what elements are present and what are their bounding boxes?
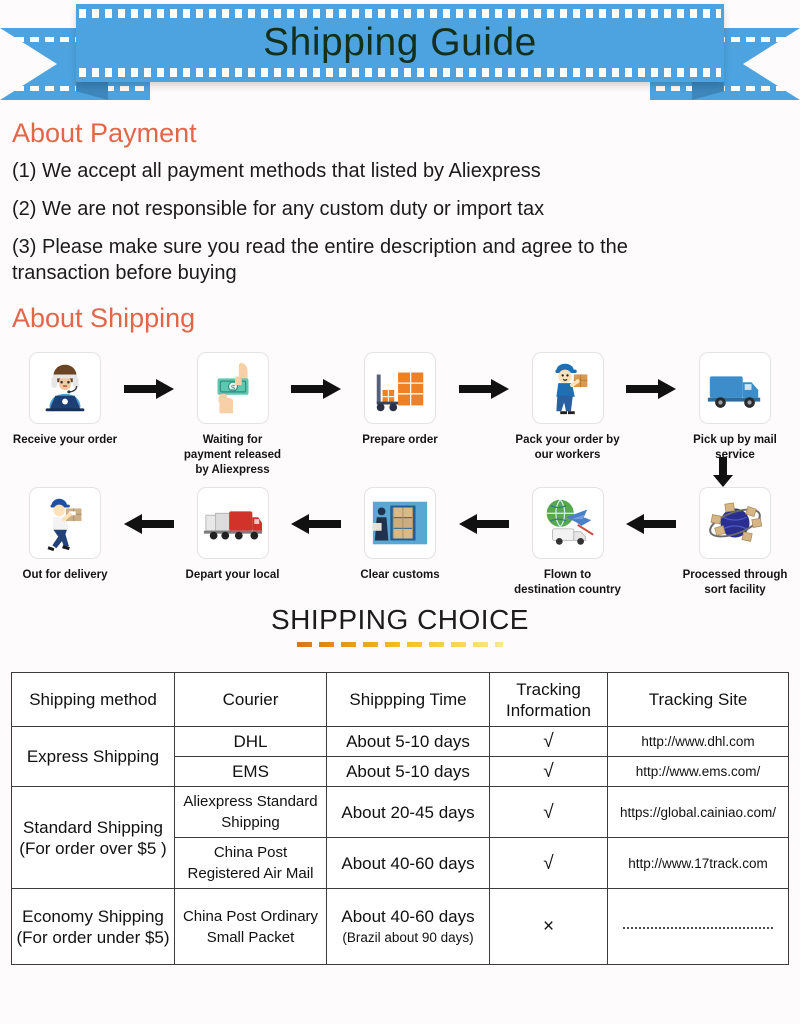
shipping-guide-page: Shipping Guide About Payment (1) We acce… [0,0,800,1024]
cell-shipping-time: About 5-10 days [326,726,490,757]
th-tracking-information: Tracking Information [489,672,608,727]
cell-tracking-information: √ [489,756,608,787]
cell-tracking-site[interactable]: https://global.cainiao.com/ [607,786,789,838]
worker-carrying-package-icon [531,352,604,424]
cell-courier: Aliexpress Standard Shipping [174,786,327,838]
cell-tracking-site[interactable]: http://www.ems.com/ [607,756,789,787]
shipping-flow-row-2: Out for delivery Depart your local Clear… [0,487,800,598]
cell-tracking-information: √ [489,726,608,757]
payment-note-2: (2) We are not responsible for any custo… [12,198,545,220]
flow-step-flown-destination: Flown to destination country [513,487,623,598]
cash-handover-icon: $ [196,352,269,424]
th-shipping-method: Shipping method [11,672,175,727]
cell-shipping-method-note: (For order over $5 ) [19,838,167,858]
arrow-left-icon-2 [289,513,343,535]
arrow-right-icon-2 [289,378,343,400]
payment-note-3: (3) Please make sure you read the entire… [12,236,628,284]
cell-shipping-time: About 40-60 days (Brazil about 90 days) [326,888,490,965]
shipping-choice-table: Shipping method Courier Shippping Time T… [11,672,789,965]
cell-shipping-method-title: Economy Shipping [22,906,164,926]
cell-courier: China Post Registered Air Mail [174,837,327,889]
arrow-right-icon-4 [624,378,678,400]
cell-tracking-site[interactable]: http://www.dhl.com [607,726,789,757]
payment-notes-list: (1) We accept all payment methods that l… [12,158,712,298]
flow-step-label: Pick up by mail service [693,434,777,461]
forklift-boxes-icon [364,352,436,424]
banner: Shipping Guide [0,0,800,113]
cell-shipping-time: About 5-10 days [326,756,490,787]
customs-warehouse-icon [364,487,436,559]
delivery-truck-icon [699,352,771,424]
flow-step-label: Clear customs [360,569,440,581]
cell-shipping-time-main: About 40-60 days [341,906,475,926]
table-row: Economy Shipping (For order under $5) Ch… [11,888,789,965]
cell-shipping-method-title: Standard Shipping [23,817,163,837]
cell-shipping-method-note: (For order under $5) [16,927,170,947]
ribbon-band: Shipping Guide [76,4,724,82]
about-payment-heading: About Payment [12,118,197,148]
arrow-right-icon-1 [122,378,176,400]
globe-airplane-icon [531,487,604,559]
cell-courier: EMS [174,756,327,787]
table-row: Express Shipping DHL About 5-10 days √ h… [11,726,789,787]
flow-step-out-for-delivery: Out for delivery [10,487,120,583]
th-courier: Courier [174,672,327,727]
flow-step-pack-order: Pack your order by our workers [513,352,623,463]
truck-fleet-icon [196,487,269,559]
cell-tracking-information: × [489,888,608,965]
table-row: Standard Shipping (For order over $5 ) A… [11,786,789,889]
flow-step-label: Flown to destination country [514,569,621,596]
shipping-choice-title: SHIPPING CHOICE [271,604,529,635]
cell-shipping-time: About 40-60 days [326,837,490,889]
flow-step-label: Processed through sort facility [682,569,788,596]
cell-shipping-method: Economy Shipping (For order under $5) [11,888,175,965]
cell-courier: China Post Ordinary Small Packet [174,888,327,965]
table-header-row: Shipping method Courier Shippping Time T… [11,672,789,727]
flow-step-label: Depart your local [185,569,280,581]
cell-shipping-method: Standard Shipping (For order over $5 ) [11,786,175,889]
shipping-choice-divider [297,642,503,647]
flow-step-label: Waiting for payment released by Aliexpre… [183,434,282,476]
sort-facility-globe-icon [699,487,771,559]
th-shipping-time: Shippping Time [326,672,490,727]
flow-step-receive-order: Receive your order [10,352,120,448]
cell-tracking-information: √ [489,837,608,889]
cell-tracking-site [607,888,789,965]
cell-tracking-information: √ [489,786,608,838]
courier-walking-package-icon [29,487,101,559]
payment-note-1: (1) We accept all payment methods that l… [12,160,541,182]
cell-tracking-site[interactable]: http://www.17track.com [607,837,789,889]
shipping-flow-row-1: Receive your order $ Waiting for payment… [0,352,800,478]
flow-step-label: Receive your order [12,434,118,446]
flow-step-clear-customs: Clear customs [345,487,455,583]
tracking-site-placeholder-dots [623,926,773,929]
cell-shipping-time-note: (Brazil about 90 days) [342,929,474,945]
arrow-left-icon-1 [122,513,176,535]
flow-step-depart-local: Depart your local [178,487,288,583]
flow-step-pickup-mail: Pick up by mail service [680,352,790,463]
arrow-right-icon-3 [457,378,511,400]
about-shipping-heading: About Shipping [12,303,196,333]
flow-step-prepare-order: Prepare order [345,352,455,448]
th-tracking-site: Tracking Site [607,672,789,727]
arrow-left-icon-3 [457,513,511,535]
flow-step-waiting-payment: $ Waiting for payment released by Aliexp… [178,352,288,478]
arrow-left-icon-4 [624,513,678,535]
flow-step-label: Pack your order by our workers [515,434,620,461]
cell-shipping-method: Express Shipping [11,726,175,787]
cell-shipping-time: About 20-45 days [326,786,490,838]
flow-step-sort-facility: Processed through sort facility [680,487,790,598]
flow-step-label: Prepare order [362,434,438,446]
customer-support-laptop-icon [29,352,101,424]
banner-title: Shipping Guide [263,21,537,64]
flow-step-label: Out for delivery [22,569,108,581]
cell-courier: DHL [174,726,327,757]
